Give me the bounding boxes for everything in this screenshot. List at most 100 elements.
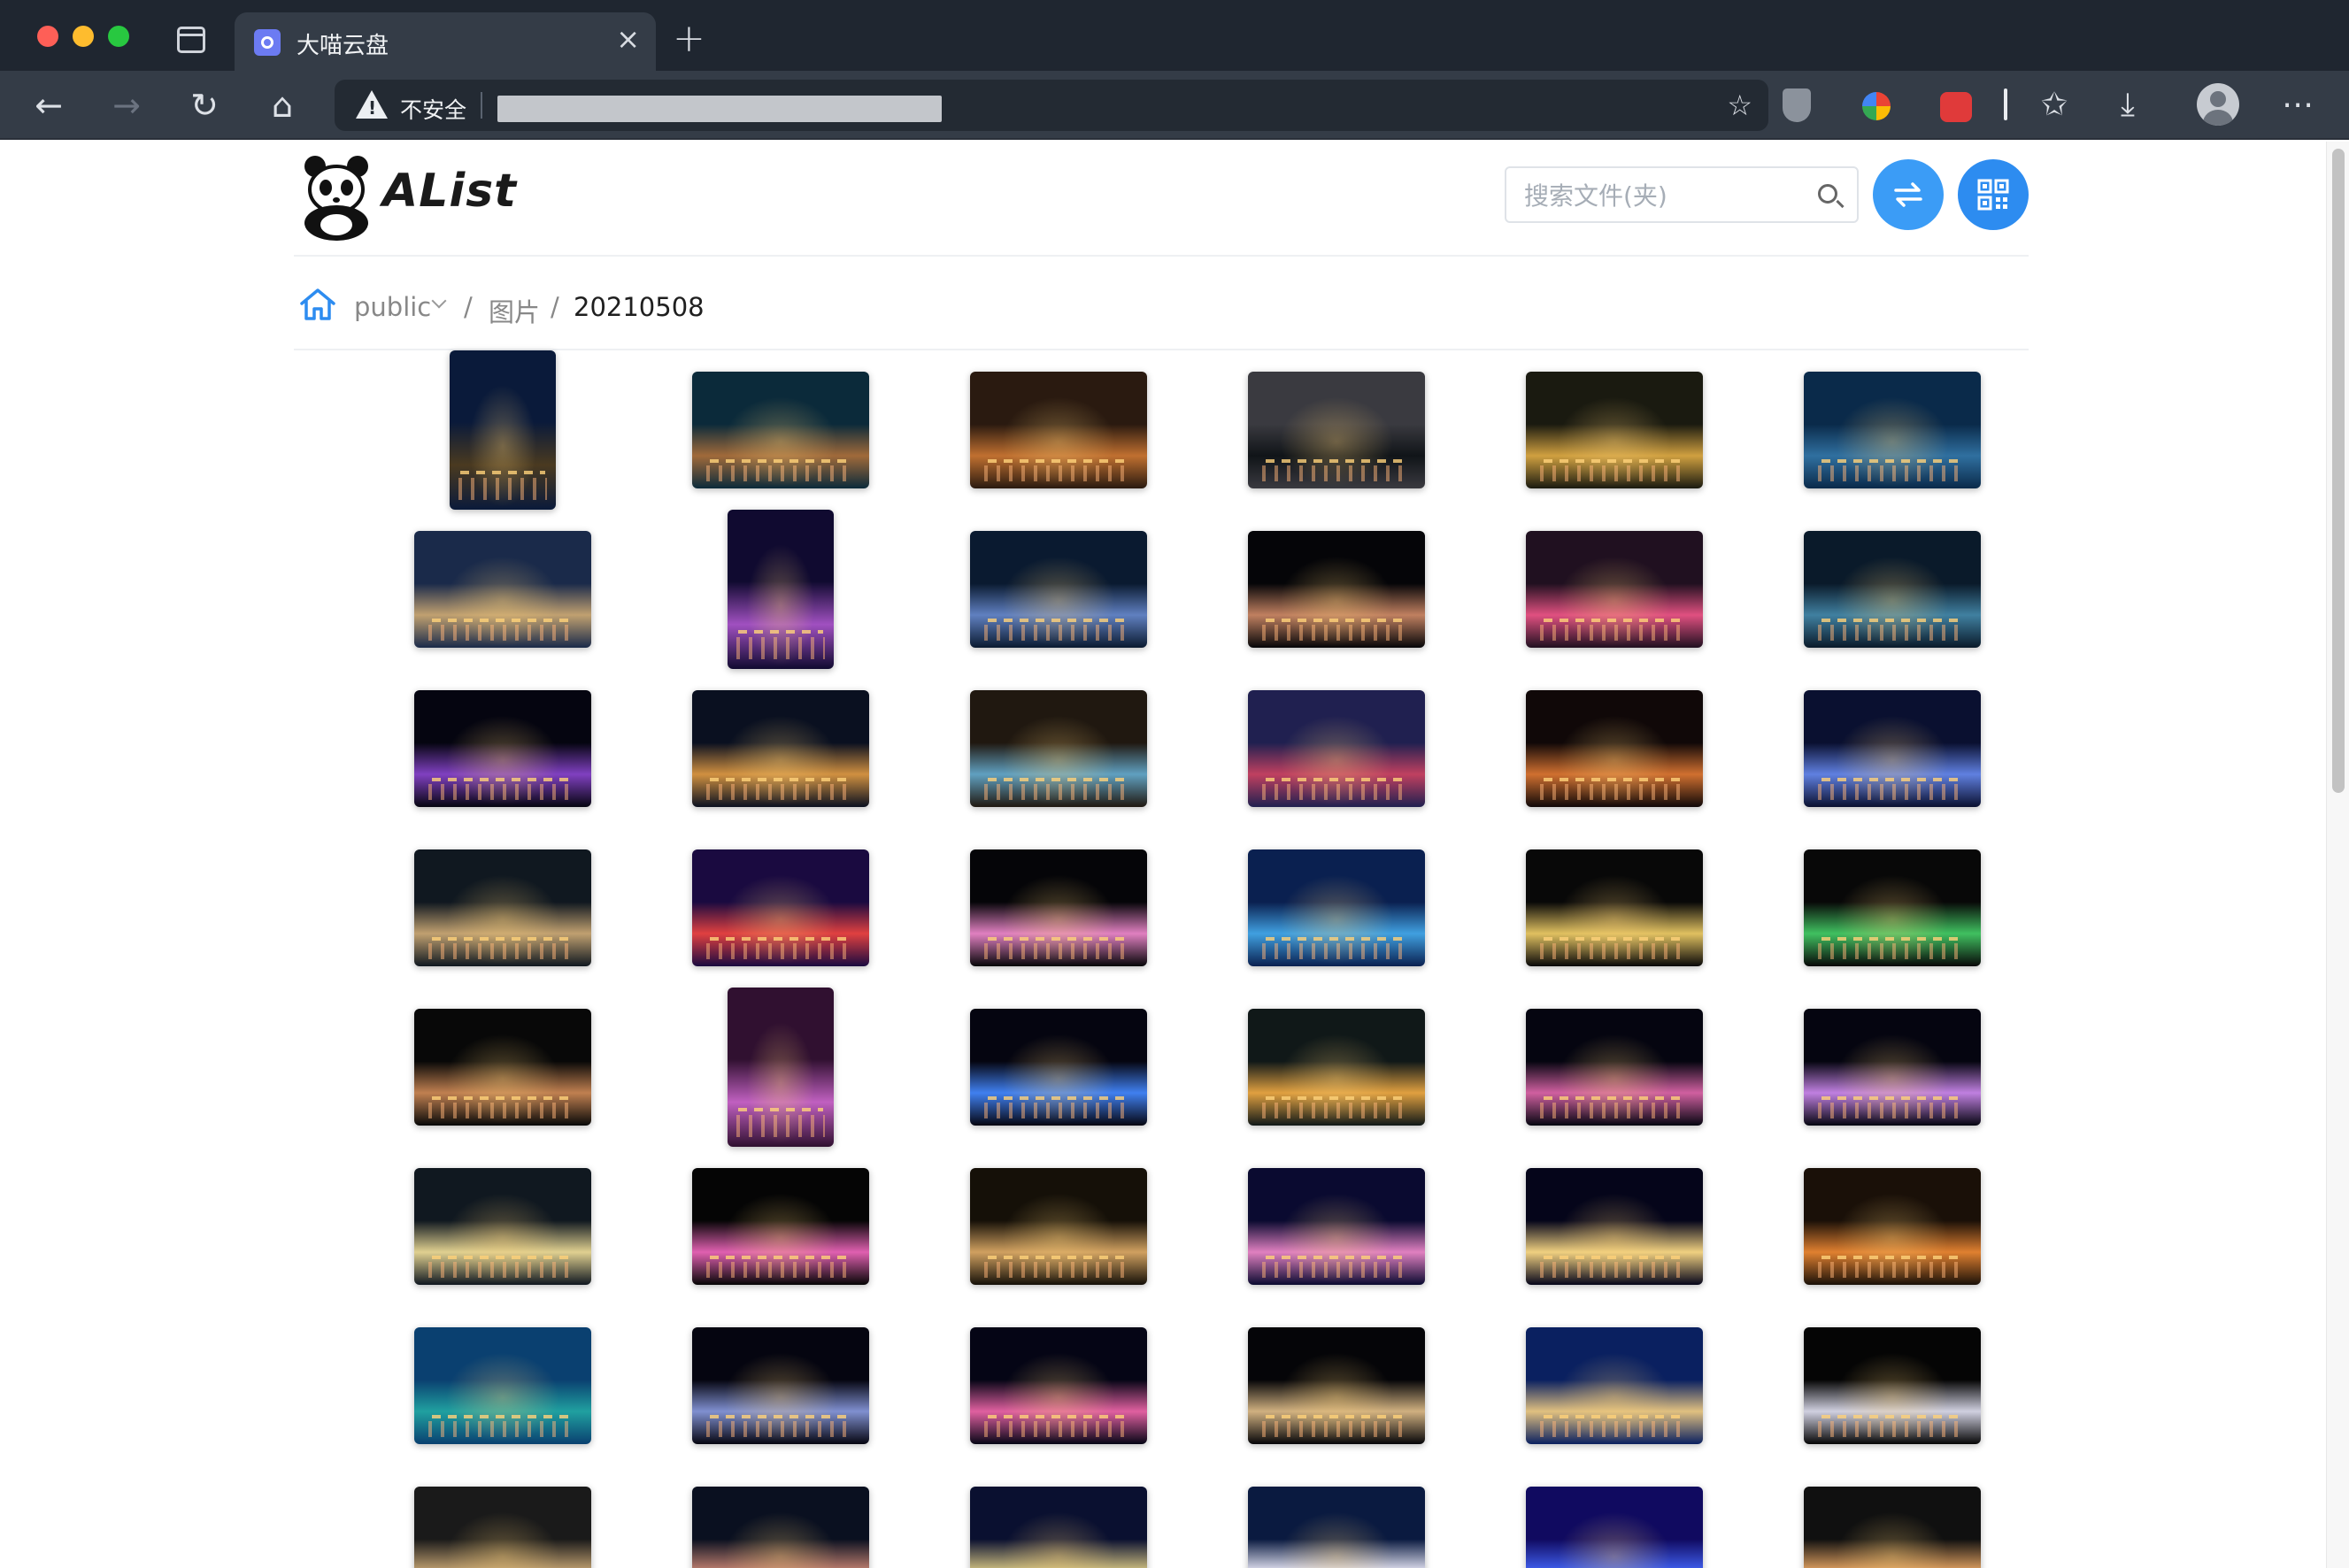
breadcrumb-item-pictures[interactable]: 图片 xyxy=(489,292,540,329)
thumbnail-lights xyxy=(432,619,574,622)
image-thumbnail[interactable] xyxy=(1526,690,1703,807)
page-scrollbar[interactable] xyxy=(2326,142,2349,1568)
address-divider xyxy=(481,92,482,119)
image-thumbnail[interactable] xyxy=(1804,1487,1981,1568)
image-thumbnail[interactable] xyxy=(692,1168,869,1285)
image-thumbnail[interactable] xyxy=(1526,531,1703,648)
address-bar[interactable]: 不安全 ☆ xyxy=(335,80,1768,131)
thumbnail-lights xyxy=(1266,778,1407,781)
image-thumbnail[interactable] xyxy=(1248,1168,1425,1285)
extension-shield-icon[interactable] xyxy=(1783,88,1811,122)
image-thumbnail[interactable] xyxy=(414,1009,591,1126)
image-thumbnail[interactable] xyxy=(1804,1168,1981,1285)
image-thumbnail[interactable] xyxy=(692,849,869,966)
thumbnail-reflection xyxy=(1818,1262,1967,1278)
thumbnail-reflection xyxy=(428,784,577,800)
close-window-button[interactable] xyxy=(37,26,58,47)
image-thumbnail[interactable] xyxy=(970,849,1147,966)
image-thumbnail[interactable] xyxy=(1804,372,1981,488)
add-favorite-icon[interactable]: ☆ xyxy=(1727,88,1752,122)
image-thumbnail[interactable] xyxy=(692,372,869,488)
extension-red-icon[interactable] xyxy=(1940,92,1972,122)
image-thumbnail[interactable] xyxy=(1248,1009,1425,1126)
image-thumbnail[interactable] xyxy=(1526,1168,1703,1285)
image-thumbnail[interactable] xyxy=(1248,1327,1425,1444)
image-thumbnail[interactable] xyxy=(1804,1009,1981,1126)
favorites-icon[interactable]: ✩ xyxy=(2041,85,2068,126)
image-thumbnail[interactable] xyxy=(1526,849,1703,966)
qrcode-button[interactable] xyxy=(1958,159,2029,230)
forward-icon[interactable]: → xyxy=(106,85,147,126)
image-thumbnail[interactable] xyxy=(728,988,834,1147)
address-url-redacted[interactable] xyxy=(497,96,942,122)
back-icon[interactable]: ← xyxy=(28,85,69,126)
security-label[interactable]: 不安全 xyxy=(400,93,466,125)
thumbnail-lights xyxy=(1544,1256,1685,1259)
thumbnail-reflection xyxy=(1262,1262,1411,1278)
image-thumbnail[interactable] xyxy=(970,1327,1147,1444)
browser-tab-active[interactable]: 大喵云盘 × xyxy=(235,12,656,71)
tab-actions-icon[interactable] xyxy=(177,27,205,53)
thumbnail-reflection xyxy=(428,1103,577,1118)
image-thumbnail[interactable] xyxy=(1526,1487,1703,1568)
image-thumbnail[interactable] xyxy=(1804,849,1981,966)
image-thumbnail[interactable] xyxy=(1804,531,1981,648)
minimize-window-button[interactable] xyxy=(73,26,94,47)
logo-text[interactable]: AList xyxy=(382,165,517,218)
image-thumbnail[interactable] xyxy=(1248,531,1425,648)
new-tab-icon[interactable]: + xyxy=(673,19,705,58)
image-thumbnail[interactable] xyxy=(1248,690,1425,807)
image-thumbnail[interactable] xyxy=(1804,690,1981,807)
image-thumbnail[interactable] xyxy=(970,1487,1147,1568)
more-menu-icon[interactable]: ⋯ xyxy=(2282,85,2314,126)
thumbnail-reflection xyxy=(984,943,1133,959)
search-box[interactable] xyxy=(1505,166,1859,223)
image-thumbnail[interactable] xyxy=(970,1168,1147,1285)
image-thumbnail[interactable] xyxy=(970,372,1147,488)
profile-avatar[interactable] xyxy=(2197,83,2239,126)
thumbnail-lights xyxy=(1266,1096,1407,1100)
image-thumbnail[interactable] xyxy=(1804,1327,1981,1444)
image-thumbnail[interactable] xyxy=(1248,1487,1425,1568)
image-thumbnail[interactable] xyxy=(414,1487,591,1568)
image-thumbnail[interactable] xyxy=(728,510,834,669)
breadcrumb-home-icon[interactable] xyxy=(299,287,336,322)
scrollbar-thumb[interactable] xyxy=(2332,149,2345,793)
thumbnail-reflection xyxy=(706,784,855,800)
thumbnail-lights xyxy=(710,459,851,463)
search-input[interactable] xyxy=(1524,179,1807,212)
image-thumbnail[interactable] xyxy=(414,1168,591,1285)
image-thumbnail[interactable] xyxy=(970,690,1147,807)
image-thumbnail[interactable] xyxy=(1248,372,1425,488)
thumbnail-reflection xyxy=(706,465,855,481)
image-thumbnail[interactable] xyxy=(414,690,591,807)
image-thumbnail[interactable] xyxy=(450,350,556,510)
image-thumbnail[interactable] xyxy=(414,531,591,648)
thumbnail-lights xyxy=(1821,619,1963,622)
reload-icon[interactable]: ↻ xyxy=(184,85,225,126)
switch-layout-button[interactable] xyxy=(1873,159,1944,230)
chevron-down-icon[interactable] xyxy=(432,294,447,309)
extension-pinwheel-icon[interactable] xyxy=(1862,92,1891,120)
thumbnail-reflection xyxy=(1540,1262,1689,1278)
image-thumbnail[interactable] xyxy=(1526,1009,1703,1126)
image-thumbnail[interactable] xyxy=(970,531,1147,648)
image-thumbnail[interactable] xyxy=(692,1327,869,1444)
qrcode-icon xyxy=(1977,179,2009,211)
breadcrumb-root[interactable]: public xyxy=(354,292,431,322)
panda-logo-icon[interactable] xyxy=(297,150,375,241)
home-icon[interactable]: ⌂ xyxy=(262,85,303,126)
image-thumbnail[interactable] xyxy=(1526,1327,1703,1444)
maximize-window-button[interactable] xyxy=(108,26,129,47)
close-tab-icon[interactable]: × xyxy=(616,25,640,53)
image-thumbnail[interactable] xyxy=(692,690,869,807)
download-icon[interactable]: ⤓ xyxy=(2121,85,2135,126)
image-thumbnail[interactable] xyxy=(414,849,591,966)
image-thumbnail[interactable] xyxy=(414,1327,591,1444)
image-thumbnail[interactable] xyxy=(692,1487,869,1568)
image-thumbnail[interactable] xyxy=(970,1009,1147,1126)
image-thumbnail[interactable] xyxy=(1248,849,1425,966)
thumbnail-reflection xyxy=(1262,943,1411,959)
search-icon[interactable] xyxy=(1818,184,1837,204)
image-thumbnail[interactable] xyxy=(1526,372,1703,488)
